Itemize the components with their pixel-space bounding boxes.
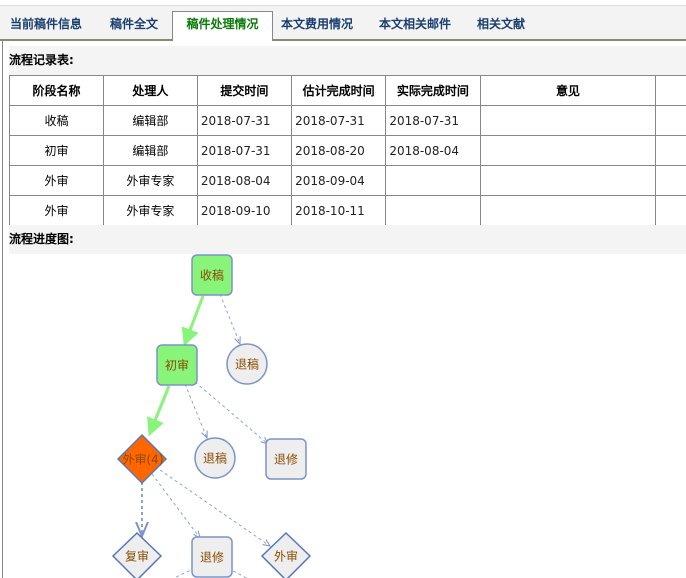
node-label: 收稿: [200, 268, 224, 283]
flow-edge: [151, 473, 200, 538]
node-label: 退修: [274, 452, 298, 467]
flow-edge-done: [147, 385, 171, 437]
flow-edge: [219, 293, 240, 344]
flow-diagram: 收稿 初审 退稿 外审(4) 退稿 退修 复审 退修 外审: [111, 254, 312, 578]
node-label: 外审(4): [123, 452, 164, 467]
flow-edge: [159, 469, 270, 546]
node-label: 复审: [125, 549, 149, 564]
node-label: 退稿: [203, 451, 227, 466]
flow-edge: [184, 383, 207, 438]
node-label: 外审: [274, 549, 298, 564]
flow-edge-done: [181, 295, 205, 347]
node-label: 退修: [200, 550, 224, 565]
node-label: 初审: [165, 358, 189, 373]
node-label: 退稿: [235, 357, 259, 372]
